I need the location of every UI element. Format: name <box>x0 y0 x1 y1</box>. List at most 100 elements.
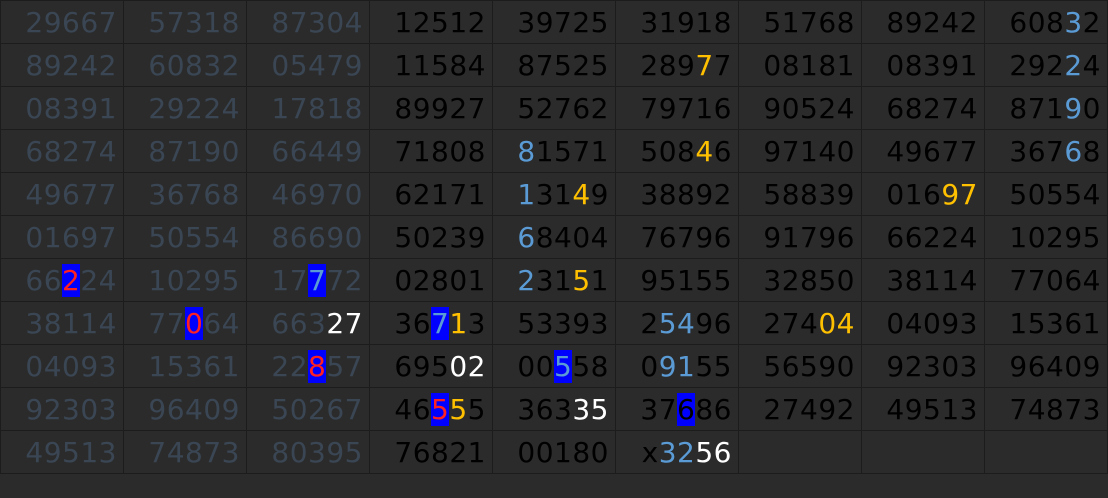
grid-cell[interactable]: 15361 <box>123 344 247 388</box>
grid-cell[interactable]: 89927 <box>369 86 493 130</box>
grid-cell[interactable]: 76821 <box>369 430 493 474</box>
grid-cell[interactable]: 68274 <box>860 86 985 130</box>
grid-cell[interactable]: 76796 <box>615 215 739 259</box>
grid-cell[interactable]: 50846 <box>615 129 739 173</box>
grid-cell[interactable]: 29224 <box>983 43 1108 87</box>
grid-cell[interactable]: 38114 <box>0 301 124 345</box>
grid-cell[interactable]: 87190 <box>123 129 247 173</box>
grid-cell[interactable]: 49513 <box>860 387 985 431</box>
grid-cell[interactable]: 38114 <box>860 258 985 302</box>
grid-cell[interactable]: 29667 <box>0 0 124 44</box>
grid-cell[interactable]: 00180 <box>492 430 616 474</box>
grid-cell[interactable] <box>983 430 1108 474</box>
grid-cell[interactable]: 71808 <box>369 129 493 173</box>
grid-cell[interactable]: 17772 <box>246 258 370 302</box>
grid-cell[interactable]: 79716 <box>615 86 739 130</box>
grid-cell[interactable]: 09155 <box>615 344 739 388</box>
grid-cell[interactable]: 36768 <box>983 129 1108 173</box>
grid-cell[interactable]: 50239 <box>369 215 493 259</box>
grid-cell[interactable]: 89242 <box>860 0 985 44</box>
grid-cell[interactable]: 62171 <box>369 172 493 216</box>
grid-cell[interactable]: 87304 <box>246 0 370 44</box>
grid-cell[interactable]: 29224 <box>123 86 247 130</box>
grid-cell[interactable]: 00558 <box>492 344 616 388</box>
grid-cell[interactable]: 60832 <box>983 0 1108 44</box>
grid-cell[interactable]: 69502 <box>369 344 493 388</box>
grid-cell[interactable]: 97140 <box>738 129 862 173</box>
grid-cell[interactable]: 11584 <box>369 43 493 87</box>
grid-cell[interactable]: 15361 <box>983 301 1108 345</box>
grid-cell[interactable]: 87525 <box>492 43 616 87</box>
grid-cell[interactable]: 31918 <box>615 0 739 44</box>
grid-cell[interactable]: 36768 <box>123 172 247 216</box>
grid-cell[interactable]: 04093 <box>860 301 985 345</box>
grid-cell[interactable]: 10295 <box>983 215 1108 259</box>
grid-cell[interactable]: 36713 <box>369 301 493 345</box>
grid-cell[interactable]: 66224 <box>0 258 124 302</box>
grid-cell[interactable]: 68274 <box>0 129 124 173</box>
grid-cell[interactable]: x3256 <box>615 430 739 474</box>
grid-cell[interactable]: 80395 <box>246 430 370 474</box>
grid-cell[interactable]: 51768 <box>738 0 862 44</box>
grid-cell[interactable]: 27492 <box>738 387 862 431</box>
grid-cell[interactable]: 81571 <box>492 129 616 173</box>
grid-cell[interactable]: 38892 <box>615 172 739 216</box>
grid-cell[interactable]: 58839 <box>738 172 862 216</box>
grid-cell[interactable]: 60832 <box>123 43 247 87</box>
grid-cell[interactable]: 89242 <box>0 43 124 87</box>
grid-cell[interactable]: 36335 <box>492 387 616 431</box>
grid-cell[interactable]: 96409 <box>123 387 247 431</box>
grid-cell[interactable]: 91796 <box>738 215 862 259</box>
grid-cell[interactable]: 95155 <box>615 258 739 302</box>
grid-cell[interactable]: 53393 <box>492 301 616 345</box>
cell-text: 52762 <box>517 91 609 125</box>
grid-cell[interactable]: 74873 <box>123 430 247 474</box>
grid-cell[interactable]: 02801 <box>369 258 493 302</box>
grid-cell[interactable]: 56590 <box>738 344 862 388</box>
grid-cell[interactable]: 32850 <box>738 258 862 302</box>
grid-cell[interactable]: 01697 <box>0 215 124 259</box>
grid-cell[interactable]: 87190 <box>983 86 1108 130</box>
grid-cell[interactable]: 50554 <box>983 172 1108 216</box>
grid-cell[interactable]: 92303 <box>0 387 124 431</box>
grid-cell[interactable]: 86690 <box>246 215 370 259</box>
grid-cell[interactable]: 22857 <box>246 344 370 388</box>
grid-cell[interactable]: 08391 <box>0 86 124 130</box>
grid-cell[interactable]: 23151 <box>492 258 616 302</box>
grid-cell[interactable]: 68404 <box>492 215 616 259</box>
grid-cell[interactable]: 66224 <box>860 215 985 259</box>
grid-cell[interactable]: 12512 <box>369 0 493 44</box>
grid-cell[interactable]: 25496 <box>615 301 739 345</box>
grid-cell[interactable]: 37686 <box>615 387 739 431</box>
grid-cell[interactable]: 39725 <box>492 0 616 44</box>
grid-cell[interactable]: 50267 <box>246 387 370 431</box>
grid-cell[interactable]: 27404 <box>738 301 862 345</box>
grid-cell[interactable]: 52762 <box>492 86 616 130</box>
grid-cell[interactable]: 66449 <box>246 129 370 173</box>
grid-cell[interactable]: 01697 <box>860 172 985 216</box>
grid-cell[interactable] <box>860 430 985 474</box>
grid-cell[interactable]: 96409 <box>983 344 1108 388</box>
grid-cell[interactable]: 49513 <box>0 430 124 474</box>
grid-cell[interactable]: 90524 <box>738 86 862 130</box>
grid-cell[interactable]: 92303 <box>860 344 985 388</box>
grid-cell[interactable]: 49677 <box>0 172 124 216</box>
grid-cell[interactable]: 08181 <box>738 43 862 87</box>
grid-cell[interactable]: 46555 <box>369 387 493 431</box>
grid-cell[interactable]: 05479 <box>246 43 370 87</box>
grid-cell[interactable]: 66327 <box>246 301 370 345</box>
grid-cell[interactable]: 77064 <box>983 258 1108 302</box>
grid-cell[interactable]: 28977 <box>615 43 739 87</box>
grid-cell[interactable]: 04093 <box>0 344 124 388</box>
grid-cell[interactable]: 50554 <box>123 215 247 259</box>
grid-cell[interactable]: 77064 <box>123 301 247 345</box>
grid-cell[interactable]: 10295 <box>123 258 247 302</box>
grid-cell[interactable]: 08391 <box>860 43 985 87</box>
grid-cell[interactable]: 74873 <box>983 387 1108 431</box>
grid-cell[interactable]: 57318 <box>123 0 247 44</box>
grid-cell[interactable]: 46970 <box>246 172 370 216</box>
grid-cell[interactable]: 49677 <box>860 129 985 173</box>
grid-cell[interactable] <box>738 430 862 474</box>
grid-cell[interactable]: 13149 <box>492 172 616 216</box>
grid-cell[interactable]: 17818 <box>246 86 370 130</box>
